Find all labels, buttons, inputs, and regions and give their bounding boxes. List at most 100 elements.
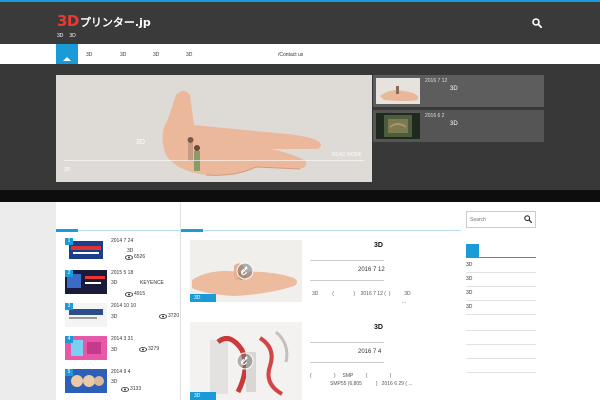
eye-icon <box>139 346 147 352</box>
post-excerpt-line: SMP55 (6,805 ) 2016 6 29 ( ... <box>330 381 413 387</box>
ranking-item[interactable]: 5 2014 9 4 3D 3133 <box>65 369 175 400</box>
ranking-title: 3D <box>111 379 118 385</box>
side-card-date: 2016 6 2 <box>425 113 445 119</box>
logo-3d-mark: 3D <box>57 12 79 30</box>
side-card-date: 2016 7 12 <box>425 78 448 84</box>
ranking-item[interactable]: 2 2015 5 18 3D KEYENCE 4915 <box>65 270 175 302</box>
post-card[interactable]: 3D 3D 2016 7 12 3D ( ) 2016 7 12 ( ) 3D … <box>190 240 458 322</box>
hero-subcaption: 3D <box>64 167 71 173</box>
post-thumbnail[interactable]: 3D <box>190 322 302 400</box>
side-card-title: 3D <box>450 121 458 127</box>
post-divider <box>310 280 384 281</box>
post-divider <box>310 362 384 363</box>
post-card[interactable]: 3D 3D 2016 7 4 ( ) SMP ( ) SMP55 (6,805 … <box>190 322 458 400</box>
side-card-title: 3D <box>450 86 458 92</box>
ranking-date: 2014 9 4 <box>111 369 131 375</box>
ranking-column: 1 2014 7 24 3D 6526 2 2015 5 18 3D KEYEN… <box>56 202 181 400</box>
post-date: 2016 7 12 <box>358 267 385 273</box>
sidebar-category-item[interactable]: 3D <box>466 301 536 315</box>
nav-item-contact[interactable]: /Contact us <box>278 52 303 58</box>
ranking-views: 4915 <box>125 291 145 297</box>
eye-icon <box>125 291 133 297</box>
post-excerpt-line: ... <box>402 299 407 305</box>
sidebar-search <box>466 211 536 228</box>
ranking-date: 2014 7 24 <box>111 238 134 244</box>
tagline-part: 3D <box>57 33 64 39</box>
nav-item[interactable]: 3D <box>186 52 192 58</box>
sidebar-category-item[interactable]: 3D <box>466 273 536 287</box>
ranking-item[interactable]: 4 2014 3 31 3D 3279 <box>65 336 175 368</box>
posts-header-line <box>181 230 461 231</box>
ranking-item[interactable]: 3 2014 10 10 3D 3720 <box>65 303 179 335</box>
sidebar-divider <box>466 344 536 345</box>
link-icon <box>236 262 254 280</box>
right-sidebar: 3D 3D 3D 3D <box>461 202 600 400</box>
hero-side-card[interactable]: 2016 6 2 3D <box>373 110 544 142</box>
hero-featured-image[interactable]: 3D 3D READ MORE <box>56 75 372 182</box>
nav-item[interactable]: 3D <box>120 52 126 58</box>
hero-caption: 3D <box>136 139 145 146</box>
ranking-title: 3D <box>111 314 118 320</box>
link-icon <box>236 352 254 370</box>
post-title[interactable]: 3D <box>374 242 383 249</box>
post-title[interactable]: 3D <box>374 324 383 331</box>
side-card-thumbnail <box>376 113 420 139</box>
logo-text: プリンター.jp <box>79 16 151 29</box>
search-icon[interactable] <box>532 18 542 28</box>
eye-icon <box>121 386 129 392</box>
search-icon[interactable] <box>524 215 532 223</box>
post-thumbnail[interactable]: 3D <box>190 240 302 302</box>
nav-item[interactable]: 3D <box>153 52 159 58</box>
site-header: 3D プリンター.jp 3D 3D <box>0 2 600 44</box>
ranking-views: 3279 <box>139 346 159 352</box>
post-excerpt-line: ( ) SMP ( ) <box>310 373 392 379</box>
ranking-number: 1 <box>65 238 73 245</box>
ranking-title: 3D <box>111 347 118 353</box>
sidebar-divider <box>466 330 536 331</box>
ranking-view-count: 3133 <box>130 386 142 392</box>
sidebar-category-item[interactable]: 3D <box>466 287 536 301</box>
post-date: 2016 7 4 <box>358 349 382 355</box>
ranking-date: 2014 3 31 <box>111 336 134 342</box>
ranking-number: 3 <box>65 303 73 310</box>
tagline-part: 3D <box>69 33 76 39</box>
ranking-number: 5 <box>65 369 73 376</box>
site-tagline: 3D 3D <box>57 33 76 39</box>
sidebar-divider <box>466 358 536 359</box>
ranking-date: 2015 5 18 <box>111 270 134 276</box>
ranking-view-count: 6526 <box>134 254 146 260</box>
category-header-mark <box>466 244 479 257</box>
ranking-number: 2 <box>65 270 73 277</box>
sidebar-category-item[interactable]: 3D <box>466 259 536 273</box>
post-excerpt: ( ) SMP ( ) SMP55 (6,805 ) 2016 6 29 ( .… <box>304 372 454 388</box>
hero-side-card[interactable]: 2016 7 12 3D <box>373 75 544 107</box>
nav-item[interactable]: 3D <box>86 52 92 58</box>
hero-read-more-link[interactable]: READ MORE <box>332 152 362 158</box>
site-logo[interactable]: 3D プリンター.jp <box>57 12 151 30</box>
post-category-badge[interactable]: 3D <box>190 294 216 302</box>
hero-caption-divider <box>64 160 364 161</box>
ranking-date: 2014 10 10 <box>111 303 137 309</box>
ranking-header-mark <box>56 229 78 232</box>
side-card-thumbnail <box>376 78 420 104</box>
main-nav: 3D 3D 3D 3D /Contact us <box>0 44 600 64</box>
ranking-title-extra: KEYENCE <box>140 280 164 286</box>
ranking-views: 3133 <box>121 386 141 392</box>
ranking-view-count: 3279 <box>148 346 160 352</box>
ranking-title: 3D <box>111 280 118 286</box>
post-divider <box>310 260 384 261</box>
ranking-item[interactable]: 1 2014 7 24 3D 6526 <box>65 238 175 270</box>
eye-icon <box>125 254 133 260</box>
post-excerpt: 3D ( ) 2016 7 12 ( ) 3D ... <box>312 290 452 306</box>
ranking-views: 6526 <box>125 254 145 260</box>
post-category-badge[interactable]: 3D <box>190 392 216 400</box>
nav-home-button[interactable] <box>56 44 78 64</box>
post-excerpt-line: 3D ( ) 2016 7 12 ( ) 3D <box>312 291 411 297</box>
ranking-views: 3720 <box>159 313 179 319</box>
category-header-line <box>466 257 536 258</box>
ranking-number: 4 <box>65 336 73 343</box>
posts-header-mark <box>181 229 203 232</box>
search-input[interactable] <box>467 212 521 227</box>
post-divider <box>310 342 384 343</box>
hero-bottom-band <box>0 190 600 202</box>
